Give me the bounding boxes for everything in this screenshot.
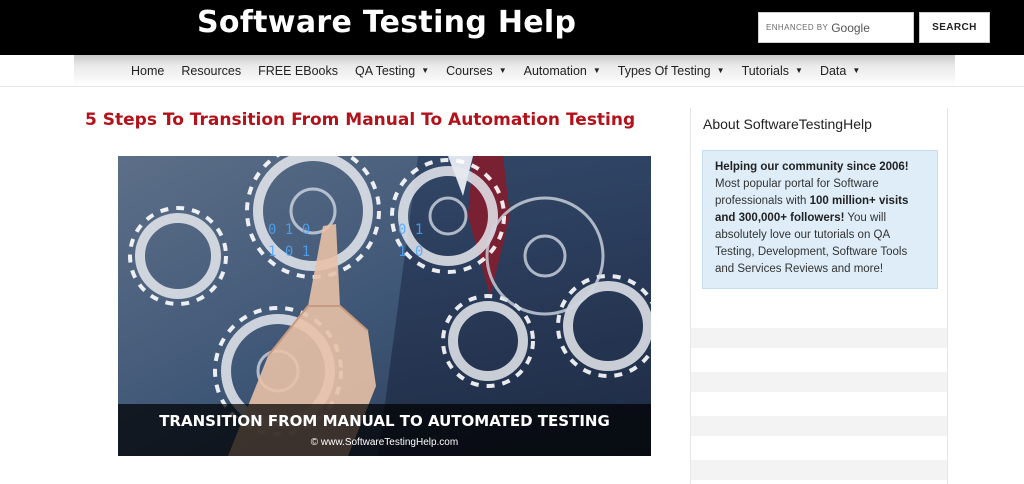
about-box: Helping our community since 2006! Most p…	[702, 150, 938, 289]
sidebar-heading: About SoftwareTestingHelp	[703, 116, 872, 132]
nav-item-home[interactable]: Home	[131, 64, 164, 78]
article-title[interactable]: 5 Steps To Transition From Manual To Aut…	[85, 110, 635, 130]
search-enhanced-label: ENHANCED BY	[766, 23, 829, 32]
sidebar: About SoftwareTestingHelp Helping our co…	[690, 108, 948, 484]
nav-item-label: Tutorials	[741, 63, 790, 78]
about-lead: Helping our community since 2006!	[715, 161, 909, 173]
svg-text:1 0: 1 0	[398, 244, 423, 260]
hero-caption-title: TRANSITION FROM MANUAL TO AUTOMATED TEST…	[159, 412, 610, 430]
chevron-down-icon: ▼	[421, 66, 430, 75]
nav-bar-wrapper: Home Resources FREE EBooks QA Testing ▼ Cours…	[0, 55, 1024, 87]
svg-text:0 1 0: 0 1 0	[268, 222, 310, 238]
chevron-down-icon: ▼	[592, 66, 601, 75]
google-logo: Google	[831, 20, 870, 35]
nav-item-label: QA Testing	[354, 63, 416, 78]
site-title[interactable]: Software Testing Help	[197, 5, 576, 40]
hero-image: 0 1 0 1 0 1 0 1 1 0 TRANSITION FROM MANU…	[118, 156, 651, 456]
svg-text:0 1: 0 1	[398, 222, 423, 238]
nav-item-data[interactable]: Data ▼	[820, 64, 860, 78]
nav-item-types-of-testing[interactable]: Types Of Testing ▼	[618, 64, 725, 78]
nav-item-automation[interactable]: Automation ▼	[524, 64, 601, 78]
nav-item-label: Types Of Testing	[617, 63, 711, 78]
nav-item-tutorials[interactable]: Tutorials ▼	[742, 64, 803, 78]
nav-item-label: Home	[131, 63, 165, 78]
nav-item-label: Data	[819, 63, 847, 78]
sidebar-stripe	[691, 328, 947, 348]
main-nav: Home Resources FREE EBooks QA Testing ▼ Cours…	[74, 55, 955, 86]
hero-caption: TRANSITION FROM MANUAL TO AUTOMATED TEST…	[118, 404, 651, 456]
site-header: Software Testing Help ENHANCED BY Google…	[0, 0, 1024, 55]
nav-item-qa-testing[interactable]: QA Testing ▼	[355, 64, 429, 78]
search-button[interactable]: SEARCH	[919, 12, 990, 43]
chevron-down-icon: ▼	[498, 66, 507, 75]
chevron-down-icon: ▼	[795, 66, 803, 75]
search-input[interactable]: ENHANCED BY Google	[758, 12, 914, 43]
nav-item-label: Resources	[181, 63, 242, 78]
nav-item-courses[interactable]: Courses ▼	[446, 64, 506, 78]
chevron-down-icon: ▼	[852, 66, 861, 75]
nav-item-label: Automation	[523, 63, 587, 78]
hero-caption-copyright: © www.SoftwareTestingHelp.com	[310, 437, 459, 448]
sidebar-stripe	[691, 416, 947, 436]
nav-item-label: FREE EBooks	[258, 63, 338, 78]
nav-item-label: Courses	[446, 63, 493, 78]
sidebar-stripe	[691, 372, 947, 392]
nav-item-free-ebooks[interactable]: FREE EBooks	[258, 64, 338, 78]
nav-item-resources[interactable]: Resources	[181, 64, 241, 78]
chevron-down-icon: ▼	[716, 66, 725, 75]
sidebar-stripe	[691, 460, 947, 480]
svg-text:1 0 1: 1 0 1	[268, 244, 310, 260]
